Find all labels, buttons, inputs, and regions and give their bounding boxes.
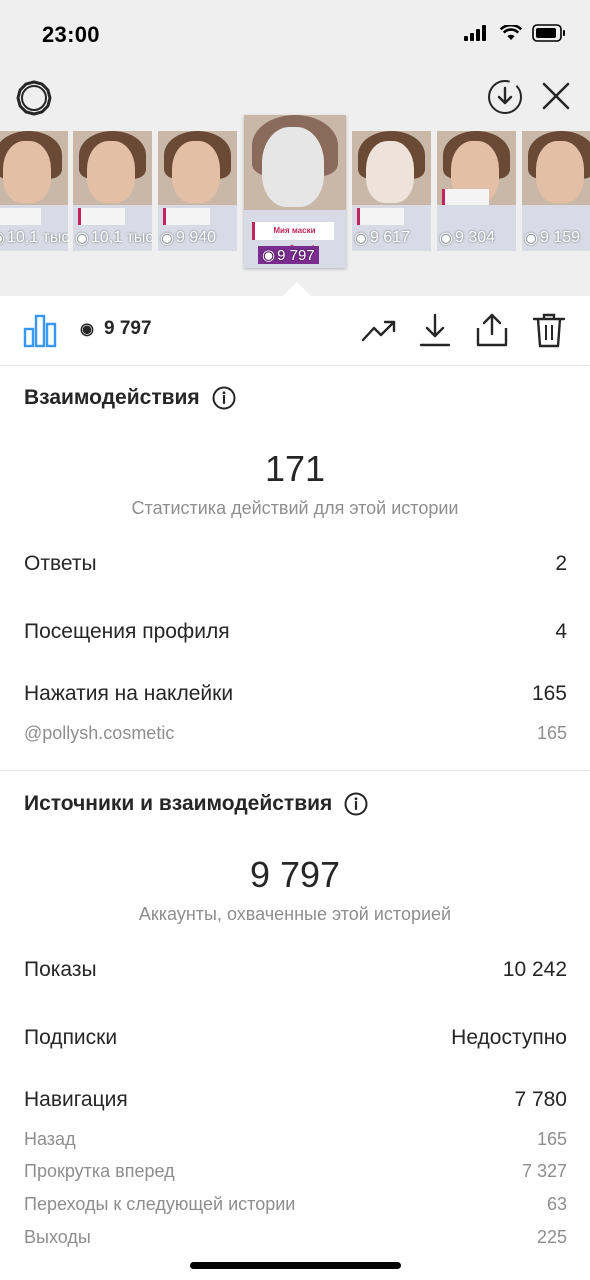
battery-icon	[532, 24, 565, 42]
metric-sub-row: Назад 165	[24, 1129, 567, 1150]
metric-sub-label: Назад	[24, 1129, 76, 1149]
eye-icon: ◉	[80, 321, 94, 338]
interactions-section-title: Взаимодействия	[24, 386, 236, 410]
thumbnail-views: 9 617	[369, 229, 411, 246]
metric-sub-value: 7 327	[521, 1161, 567, 1181]
interactions-caption: Статистика действий для этой истории	[131, 498, 459, 518]
metric-sub-label: Переходы к следующей истории	[24, 1194, 296, 1214]
eye-icon: ◉	[524, 230, 538, 247]
metric-label: Показы	[24, 958, 97, 981]
eye-icon: ◉	[262, 247, 276, 264]
status-time: 23:00	[42, 22, 100, 47]
metric-sub-value: 225	[536, 1227, 567, 1247]
metric-sub-value: 63	[546, 1194, 567, 1214]
insights-tab[interactable]	[20, 310, 60, 350]
metric-sub-label: @pollysh.cosmetic	[24, 723, 175, 743]
promote-button[interactable]	[359, 310, 399, 350]
discovery-caption: Аккаунты, охваченные этой историей	[138, 904, 452, 924]
story-thumbnail[interactable]: ◉ 9 617	[352, 131, 431, 251]
share-button[interactable]	[472, 310, 512, 350]
share-icon	[476, 313, 508, 347]
metric-value: 10 242	[502, 958, 567, 981]
download-icon	[419, 313, 451, 347]
metric-sub-label: Прокрутка вперед	[24, 1161, 175, 1181]
metric-sub-row: Прокрутка вперед 7 327	[24, 1161, 567, 1182]
metric-value: 7 780	[514, 1088, 567, 1111]
metric-sub-label: Выходы	[24, 1227, 91, 1247]
thumbnail-views: 9 940	[175, 229, 217, 246]
thumbnail-views: 9 159	[539, 229, 581, 246]
discovery-section-title: Источники и взаимодействия	[24, 792, 368, 816]
metric-label: Подписки	[24, 1026, 118, 1049]
metric-sub-row: Переходы к следующей истории 63	[24, 1194, 567, 1215]
eye-icon: ◉	[75, 230, 89, 247]
eye-icon: ◉	[160, 230, 174, 247]
thumbnail-views: 10,1 тыс	[90, 229, 152, 246]
trending-icon	[361, 320, 396, 342]
info-icon[interactable]	[344, 792, 368, 816]
views-counter[interactable]: ◉ 9 797	[80, 318, 152, 340]
metric-row: Нажатия на наклейки 165	[24, 682, 567, 706]
story-thumbnail[interactable]: ◉ 9 159	[522, 131, 590, 251]
eye-icon: ◉	[439, 230, 453, 247]
home-indicator[interactable]	[190, 1262, 401, 1269]
download-button[interactable]	[415, 310, 455, 350]
metric-label: Навигация	[24, 1088, 128, 1111]
metric-value: 165	[531, 682, 567, 705]
thumbnail-views: 10,1 тыс	[6, 229, 68, 246]
signal-icon	[464, 25, 486, 41]
section-divider	[0, 770, 590, 771]
metric-value: Недоступно	[451, 1026, 567, 1049]
metric-label: Ответы	[24, 552, 97, 575]
thumbnail-sticker: Мия маски одобряет!	[252, 222, 334, 253]
metric-sub-row: Выходы 225	[24, 1227, 567, 1248]
status-bar: 23:00	[0, 0, 590, 70]
close-icon	[542, 82, 570, 110]
metric-sub-value: 165	[536, 723, 567, 743]
story-thumbnail[interactable]: ◉10,1 тыс	[73, 131, 152, 251]
insights-toolbar: ◉ 9 797	[0, 296, 590, 366]
delete-button[interactable]	[529, 310, 569, 350]
info-icon[interactable]	[212, 386, 236, 410]
metric-row: Ответы 2	[24, 552, 567, 576]
eye-icon: ◉	[0, 228, 5, 248]
status-icons	[464, 24, 566, 42]
interactions-total: 171	[264, 448, 326, 489]
story-thumbnail-selected[interactable]: Мия маски одобряет! ◉9 797	[244, 115, 346, 268]
discovery-total: 9 797	[249, 854, 341, 895]
metric-row: Навигация 7 780	[24, 1088, 567, 1112]
metric-sub-row: @pollysh.cosmetic 165	[24, 723, 567, 744]
story-thumbnail[interactable]: ◉10,1 тыс	[0, 131, 68, 251]
settings-button[interactable]	[14, 78, 54, 118]
save-story-button[interactable]	[485, 77, 525, 117]
trash-icon	[532, 313, 566, 348]
metric-sub-value: 165	[536, 1129, 567, 1149]
story-header: 23:00 10,1 тыс ◉ 10,1 тыс ◉ 9 940 Мия ма…	[0, 0, 590, 296]
thumbnail-views: 9 304	[454, 229, 496, 246]
metric-label: Посещения профиля	[24, 620, 230, 643]
settings-icon	[16, 80, 52, 116]
discovery-title: Источники и взаимодействия	[24, 792, 333, 815]
story-thumbnail[interactable]: ◉ 9 940	[158, 131, 237, 251]
interactions-title: Взаимодействия	[24, 386, 200, 409]
wifi-icon	[500, 25, 522, 40]
download-circle-icon	[488, 80, 522, 114]
metric-value: 2	[555, 552, 567, 575]
bar-chart-icon	[23, 314, 57, 348]
metric-row: Подписки Недоступно	[24, 1026, 567, 1050]
metric-row: Показы 10 242	[24, 958, 567, 982]
eye-icon: ◉	[354, 230, 368, 247]
story-thumbnail[interactable]: ◉ 9 304	[437, 131, 516, 251]
metric-value: 4	[555, 620, 567, 643]
metric-row: Посещения профиля 4	[24, 620, 567, 644]
metric-label: Нажатия на наклейки	[24, 682, 234, 705]
views-count: 9 797	[103, 318, 152, 339]
thumbnail-views: 9 797	[277, 246, 315, 264]
selected-pointer	[283, 282, 311, 296]
close-button[interactable]	[538, 78, 574, 114]
